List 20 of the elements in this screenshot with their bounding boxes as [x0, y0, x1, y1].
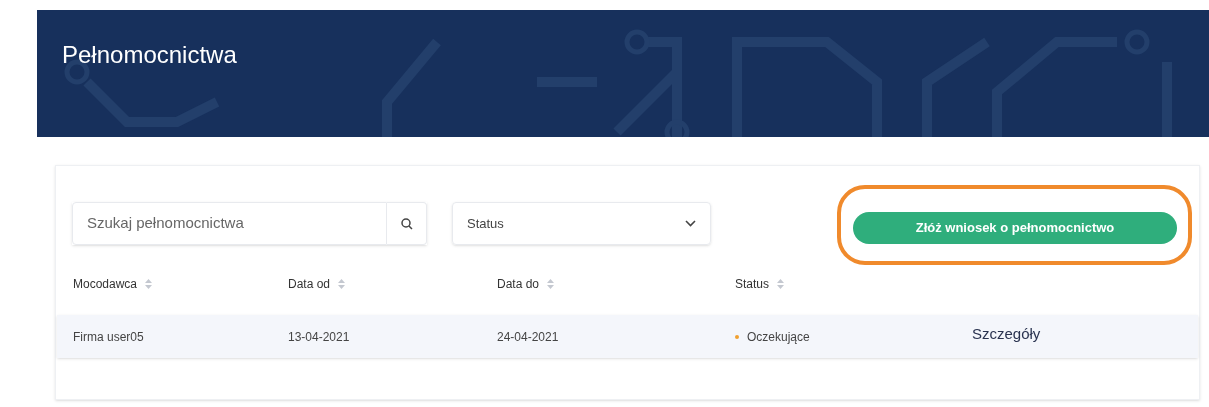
search-field[interactable]: Szukaj pełnomocnictwa [72, 202, 387, 245]
column-header[interactable]: Status [735, 275, 770, 293]
status-text: Oczekujące [747, 328, 810, 346]
details-link[interactable]: Szczegóły [972, 323, 1041, 346]
table-row[interactable]: Firma user05 13-04-2021 24-04-2021 Oczekujące Szczegóły [57, 315, 1198, 358]
status-dropdown[interactable]: Status [452, 202, 711, 245]
sort-icon[interactable] [145, 279, 153, 289]
sort-icon[interactable] [777, 279, 785, 289]
column-header[interactable]: Data od [288, 275, 331, 293]
chevron-down-icon [685, 220, 696, 227]
sort-icon[interactable] [547, 279, 555, 289]
table-cell-text: Firma user05 [73, 328, 145, 346]
table-cell-text: 24-04-2021 [497, 328, 560, 346]
search-button[interactable] [387, 202, 427, 245]
table-cell-text: 13-04-2021 [288, 328, 351, 346]
search-icon[interactable] [400, 217, 413, 230]
sort-icon[interactable] [338, 279, 346, 289]
page-title: Pełnomocnictwa [62, 40, 237, 70]
column-header[interactable]: Data do [497, 275, 540, 293]
column-header[interactable]: Mocodawca [73, 275, 138, 293]
